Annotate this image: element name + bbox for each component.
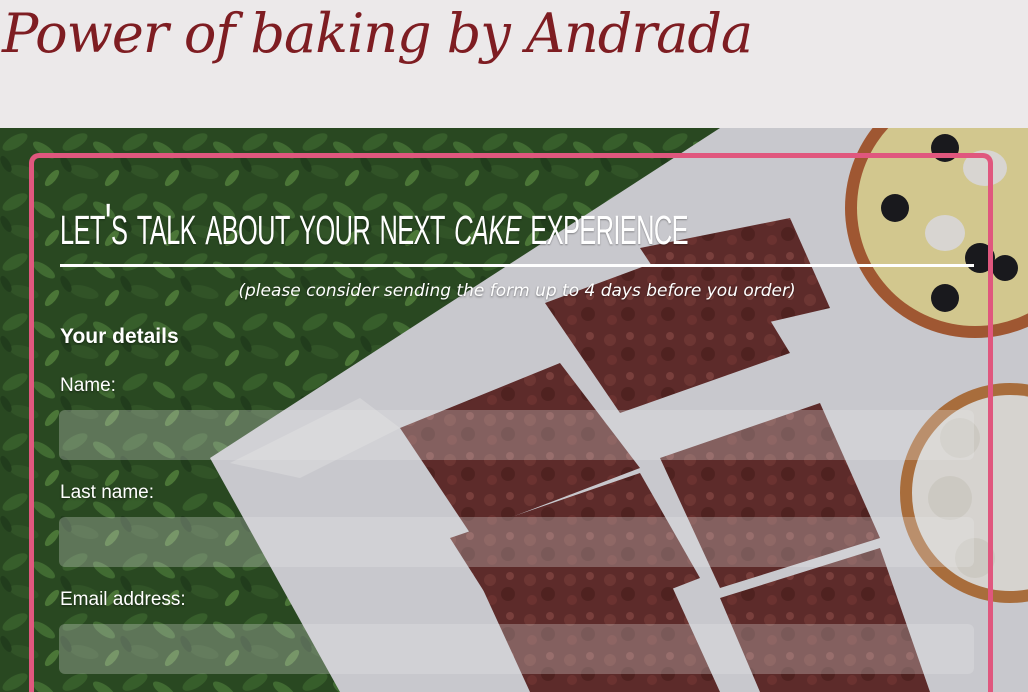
email-input[interactable] bbox=[59, 624, 974, 674]
form-subtitle: (please consider sending the form up to … bbox=[238, 281, 796, 301]
page: Power of baking by Andrada let's talk ab… bbox=[0, 0, 1028, 692]
heading-text-end: experience bbox=[520, 192, 688, 257]
heading-text-start: Let's talk about your next bbox=[60, 192, 455, 257]
name-label: Name: bbox=[60, 375, 116, 396]
last-name-input[interactable] bbox=[59, 517, 974, 567]
your-details-title: Your details bbox=[60, 325, 179, 348]
email-label: Email address: bbox=[60, 589, 186, 610]
form-heading: Let's talk about your next cake experien… bbox=[60, 192, 978, 258]
last-name-label: Last name: bbox=[60, 482, 154, 503]
heading-cake-word: cake bbox=[454, 192, 521, 257]
heading-underline bbox=[60, 264, 974, 267]
name-input[interactable] bbox=[59, 410, 974, 460]
site-title[interactable]: Power of baking by Andrada bbox=[2, 2, 753, 65]
site-header: Power of baking by Andrada bbox=[0, 0, 1028, 128]
